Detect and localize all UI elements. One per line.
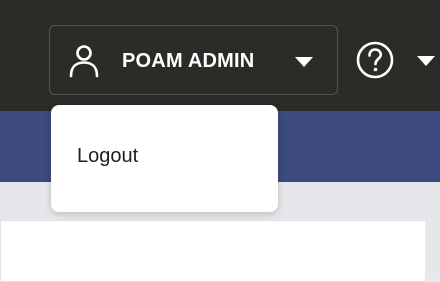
caret-down-icon bbox=[417, 56, 435, 66]
user-menu-label: POAM ADMIN bbox=[122, 50, 255, 72]
content-panel bbox=[0, 220, 426, 282]
caret-down-icon bbox=[295, 57, 313, 67]
logout-menu-item[interactable]: Logout bbox=[77, 145, 138, 168]
user-icon bbox=[69, 45, 99, 78]
help-menu-button[interactable] bbox=[355, 40, 440, 80]
help-icon bbox=[356, 41, 394, 79]
user-menu-button[interactable]: POAM ADMIN bbox=[49, 25, 338, 95]
user-dropdown-menu: Logout bbox=[51, 105, 278, 212]
